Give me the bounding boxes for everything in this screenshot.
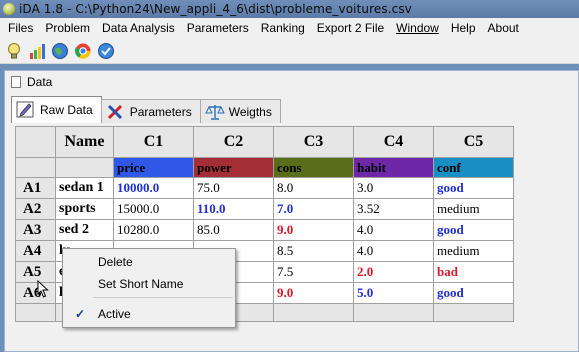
criterion-name-cell xyxy=(55,157,114,178)
menu-help[interactable]: Help xyxy=(445,18,482,38)
table-cell[interactable]: medium xyxy=(433,240,514,262)
table-cell[interactable]: 3.52 xyxy=(353,198,434,220)
checkmark-icon: ✓ xyxy=(75,307,86,321)
table-cell[interactable]: 9.0 xyxy=(273,282,354,304)
document-icon xyxy=(11,76,21,88)
table-cell[interactable]: good xyxy=(433,177,514,199)
table-cell[interactable]: 9.0 xyxy=(273,219,354,241)
menu-export-2-file[interactable]: Export 2 File xyxy=(311,18,390,38)
menu-window[interactable]: Window xyxy=(390,18,445,38)
tab-weigths[interactable]: Weigths xyxy=(199,99,281,123)
app-icon xyxy=(3,3,15,15)
tab-parameters-label: Parameters xyxy=(129,104,192,119)
tab-strip: Raw Data Parameters Weigths xyxy=(11,95,281,123)
column-header-c1[interactable]: C1 xyxy=(113,126,194,158)
chrome-icon[interactable] xyxy=(73,41,93,61)
tab-raw-data-label: Raw Data xyxy=(40,103,93,117)
criterion-price[interactable]: price xyxy=(113,157,194,178)
table-cell[interactable]: good xyxy=(433,219,514,241)
globe-icon[interactable] xyxy=(50,41,70,61)
alternative-name[interactable]: sed 2 xyxy=(55,219,114,241)
bar-chart-icon[interactable] xyxy=(27,41,47,61)
checkmark-icon[interactable] xyxy=(96,41,116,61)
title-bar: iDA 1.8 - C:\Python24\New_appli_4_6\dist… xyxy=(0,0,579,18)
table-cell[interactable]: 7.5 xyxy=(273,261,354,283)
table-cell[interactable]: 7.0 xyxy=(273,198,354,220)
data-window-titlebar: Data xyxy=(5,71,578,93)
table-cell[interactable]: 5.0 xyxy=(353,282,434,304)
table-cell[interactable]: 10280.0 xyxy=(113,219,194,241)
table-cell[interactable]: 10000.0 xyxy=(113,177,194,199)
menu-data-analysis[interactable]: Data Analysis xyxy=(96,18,181,38)
tab-weigths-label: Weigths xyxy=(228,104,272,119)
column-header-c3[interactable]: C3 xyxy=(273,126,354,158)
column-header-c2[interactable]: C2 xyxy=(193,126,274,158)
alternative-name[interactable]: sports xyxy=(55,198,114,220)
table-cell[interactable]: 2.0 xyxy=(353,261,434,283)
table-cell[interactable]: bad xyxy=(433,261,514,283)
table-cell[interactable]: 3.0 xyxy=(353,177,434,199)
table-cell[interactable]: 15000.0 xyxy=(113,198,194,220)
table-cell[interactable]: 75.0 xyxy=(193,177,274,199)
row-header-a6[interactable]: A6 xyxy=(15,282,56,304)
row-header-a4[interactable]: A4 xyxy=(15,240,56,262)
empty-cell xyxy=(273,303,354,322)
row-header-a3[interactable]: A3 xyxy=(15,219,56,241)
edit-icon xyxy=(16,101,34,118)
alternative-name[interactable]: sedan 1 xyxy=(55,177,114,199)
data-window-title: Data xyxy=(27,75,53,89)
empty-cell xyxy=(433,303,514,322)
toolbar xyxy=(0,38,579,64)
menu-ranking[interactable]: Ranking xyxy=(255,18,311,38)
tools-icon xyxy=(107,104,122,119)
tab-raw-data[interactable]: Raw Data xyxy=(11,96,102,123)
table-cell[interactable]: good xyxy=(433,282,514,304)
context-menu-delete[interactable]: Delete xyxy=(63,252,235,272)
table-row: A2 sports 15000.0 110.0 7.0 3.52 medium xyxy=(15,198,514,220)
name-column-header[interactable]: Name xyxy=(55,126,114,158)
context-menu-active[interactable]: ✓ Active xyxy=(63,304,235,324)
empty-cell xyxy=(15,303,56,322)
empty-cell xyxy=(353,303,434,322)
table-cell[interactable]: 4.0 xyxy=(353,240,434,262)
mouse-cursor-icon xyxy=(37,280,49,298)
column-header-c5[interactable]: C5 xyxy=(433,126,514,158)
table-row: A1 sedan 1 10000.0 75.0 8.0 3.0 good xyxy=(15,177,514,199)
table-cell[interactable]: medium xyxy=(433,198,514,220)
table-cell[interactable]: 8.5 xyxy=(273,240,354,262)
menu-problem[interactable]: Problem xyxy=(39,18,96,38)
row-header-a2[interactable]: A2 xyxy=(15,198,56,220)
column-header-row: Name C1 C2 C3 C4 C5 xyxy=(15,126,514,158)
table-cell[interactable]: 4.0 xyxy=(353,219,434,241)
menu-parameters[interactable]: Parameters xyxy=(181,18,255,38)
criterion-habit[interactable]: habit xyxy=(353,157,434,178)
menu-files[interactable]: Files xyxy=(2,18,39,38)
row-header-a1[interactable]: A1 xyxy=(15,177,56,199)
context-menu-set-short-name[interactable]: Set Short Name xyxy=(63,274,235,294)
window-title: iDA 1.8 - C:\Python24\New_appli_4_6\dist… xyxy=(19,2,412,16)
lightbulb-icon[interactable] xyxy=(4,41,24,61)
table-cell[interactable]: 85.0 xyxy=(193,219,274,241)
table-cell[interactable]: 110.0 xyxy=(193,198,274,220)
criterion-conf[interactable]: conf xyxy=(433,157,514,178)
corner-cell xyxy=(15,126,56,158)
row-header-blank xyxy=(15,157,56,178)
criterion-row: price power cons habit conf xyxy=(15,157,514,178)
context-menu: Delete Set Short Name ✓ Active xyxy=(62,248,236,328)
scale-icon xyxy=(204,104,225,120)
context-menu-active-label: Active xyxy=(98,307,131,321)
menu-about[interactable]: About xyxy=(482,18,525,38)
row-header-a5[interactable]: A5 xyxy=(15,261,56,283)
table-cell[interactable]: 8.0 xyxy=(273,177,354,199)
criterion-cons[interactable]: cons xyxy=(273,157,354,178)
criterion-power[interactable]: power xyxy=(193,157,274,178)
tab-parameters[interactable]: Parameters xyxy=(100,99,201,123)
column-header-c4[interactable]: C4 xyxy=(353,126,434,158)
context-menu-separator xyxy=(93,297,233,298)
menu-bar: Files Problem Data Analysis Parameters R… xyxy=(0,18,579,38)
table-row: A3 sed 2 10280.0 85.0 9.0 4.0 good xyxy=(15,219,514,241)
